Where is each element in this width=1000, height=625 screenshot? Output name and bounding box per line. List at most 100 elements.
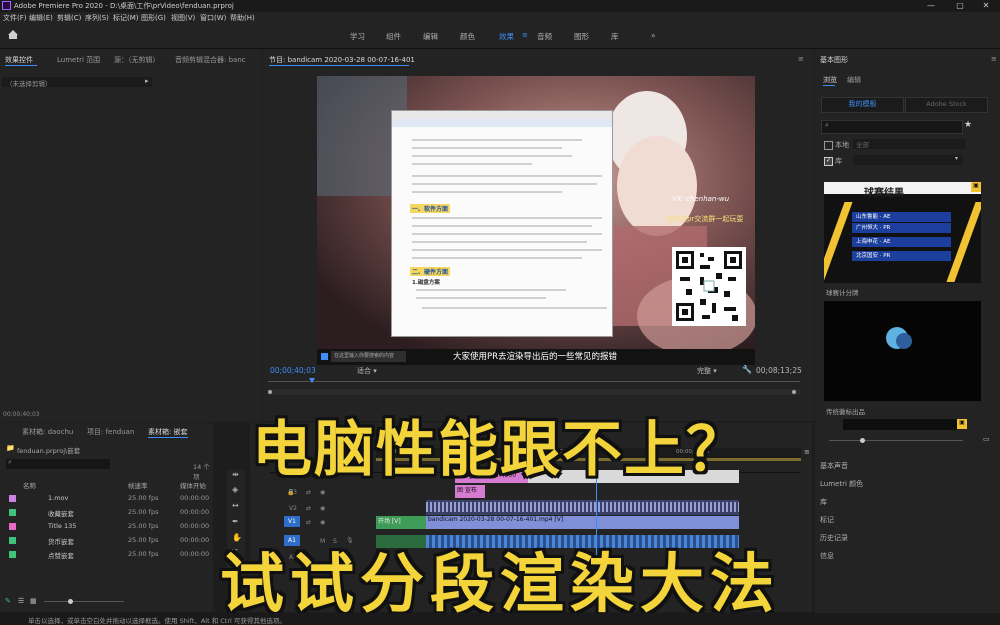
- pen-tool-icon[interactable]: ✒: [232, 517, 239, 526]
- workspace-assembly[interactable]: 组件: [386, 31, 401, 42]
- tab-source[interactable]: 源：（无剪辑）: [114, 55, 160, 65]
- menu-graphics[interactable]: 图形(G): [141, 13, 166, 23]
- menu-view[interactable]: 视图(V): [171, 13, 195, 23]
- workspace-audio[interactable]: 音频: [537, 31, 552, 42]
- sync-lock-icon[interactable]: ⇄: [306, 505, 311, 512]
- eye-icon[interactable]: ◉: [320, 489, 325, 496]
- maximize-button[interactable]: ▢: [946, 0, 974, 12]
- program-zoom-bar[interactable]: [268, 389, 800, 395]
- panel-menu-icon[interactable]: ≡: [991, 55, 997, 63]
- menu-file[interactable]: 文件(F): [3, 13, 27, 23]
- scoreboard-row: 北京国安 · PR: [852, 251, 951, 261]
- library-select[interactable]: ▾: [853, 155, 963, 165]
- menu-edit[interactable]: 编辑(E): [29, 13, 53, 23]
- label-color-swatch: [9, 509, 16, 516]
- project-row[interactable]: 收藏嵌套 25.00 fps 00:00:00: [0, 506, 213, 520]
- menu-marker[interactable]: 标记(M): [113, 13, 139, 23]
- tab-browse[interactable]: 浏览: [823, 75, 837, 85]
- sync-lock-icon[interactable]: ⇄: [306, 519, 311, 526]
- menu-bar: 文件(F) 编辑(E) 剪辑(C) 序列(S) 标记(M) 图形(G) 视图(V…: [0, 12, 1000, 24]
- text-line: [422, 307, 607, 309]
- tab-edit[interactable]: 编辑: [847, 75, 861, 85]
- close-button[interactable]: ✕: [972, 0, 1000, 12]
- program-current-timecode[interactable]: 00;00;40;03: [270, 366, 316, 375]
- quality-select[interactable]: 完整 ▾: [697, 366, 717, 376]
- menu-window[interactable]: 窗口(W): [200, 13, 226, 23]
- clip-v1-intro[interactable]: 开场 [V]: [376, 516, 426, 529]
- tab-lumetri-scopes[interactable]: Lumetri 范围: [57, 55, 100, 65]
- eye-icon[interactable]: ◉: [320, 519, 325, 526]
- adobe-stock-button[interactable]: Adobe Stock: [905, 97, 988, 113]
- workspace-editing[interactable]: 编辑: [423, 31, 438, 42]
- tab-audio-clip-mixer[interactable]: 音频剪辑混合器: banc: [175, 55, 246, 65]
- logo-template-thumb[interactable]: [824, 301, 981, 401]
- section-libraries[interactable]: 库: [820, 497, 827, 507]
- scoreboard-template-thumb[interactable]: 球赛结果 山东鲁能 · AE 广州恒大 · PR 上海申花 · AE 北京国安 …: [824, 182, 981, 283]
- library-checkbox[interactable]: ✓: [824, 157, 833, 166]
- text-line: [416, 289, 566, 291]
- slip-tool-icon[interactable]: ↔: [232, 501, 239, 510]
- project-row[interactable]: Title 135 25.00 fps 00:00:00: [0, 520, 213, 534]
- favorite-star-icon[interactable]: ★: [964, 120, 972, 130]
- vx-text: VX: chenhan-wu: [672, 195, 730, 203]
- embedded-taskbar: 在这里输入你要搜索的内容 大家使用PR去渲染导出后的一些常见的报错: [317, 349, 755, 365]
- active-tab-indicator: [5, 65, 37, 66]
- more-workspaces-icon[interactable]: »: [651, 31, 656, 40]
- track-v1-label[interactable]: V1: [284, 516, 300, 527]
- menu-clip[interactable]: 剪辑(C): [57, 13, 81, 23]
- track-v3-label: V3: [289, 489, 297, 496]
- minimize-button[interactable]: —: [917, 0, 945, 12]
- scoreboard-heading: 球赛结果: [864, 188, 904, 199]
- workspace-libraries[interactable]: 库: [611, 31, 619, 42]
- track-v2-label: V2: [289, 505, 297, 512]
- program-scrubber-track[interactable]: [268, 381, 800, 382]
- zoom-handle-left[interactable]: [268, 390, 272, 394]
- workspace-menu-icon[interactable]: ≡: [522, 31, 528, 39]
- workspace-effects[interactable]: 效果: [499, 31, 514, 42]
- clip-fps: 25.00 fps: [128, 494, 159, 502]
- text-line: [412, 147, 562, 149]
- taskbar-search: 在这里输入你要搜索的内容: [331, 351, 406, 362]
- clip-fps: 25.00 fps: [128, 508, 159, 516]
- zoom-value: 适合: [357, 367, 371, 375]
- program-title[interactable]: 节目: bandicam 2020-03-28 00-07-16-401: [269, 55, 415, 65]
- workspace-color[interactable]: 颜色: [460, 31, 475, 42]
- invite-text: 拉你进pr交流群一起玩耍: [666, 215, 744, 223]
- tab-effect-controls[interactable]: 效果控件: [5, 55, 33, 65]
- workspace-bar: 学习 组件 编辑 颜色 效果 ≡ 音频 图形 库 »: [0, 24, 1000, 49]
- clip-name: 1.mov: [48, 494, 69, 502]
- expand-arrow-icon[interactable]: ▸: [145, 77, 149, 85]
- logo-circle: [896, 333, 912, 349]
- no-clip-label: （未选择剪辑）: [6, 80, 52, 88]
- program-menu-icon[interactable]: ≡: [798, 55, 804, 63]
- chevron-down-icon: ▾: [955, 155, 959, 162]
- sync-lock-icon[interactable]: ⇄: [306, 489, 311, 496]
- quality-value: 完整: [697, 367, 711, 375]
- document-toolbar: [392, 119, 612, 127]
- scoreboard-row: 上海申花 · AE: [852, 237, 951, 247]
- template-badge-icon: ▣: [971, 182, 981, 192]
- section-markers[interactable]: 标记: [820, 515, 834, 525]
- template-search-input[interactable]: ⌕: [821, 120, 963, 134]
- eye-icon[interactable]: ◉: [320, 505, 325, 512]
- title-bar: Adobe Premiere Pro 2020 - D:\桌面\工作\prVid…: [0, 0, 1000, 12]
- playhead-marker-icon[interactable]: [309, 378, 315, 383]
- menu-help[interactable]: 帮助(H): [230, 13, 255, 23]
- clip-name: 收藏嵌套: [48, 510, 74, 518]
- clip-v2-waveform[interactable]: [426, 500, 739, 515]
- workspace-learn[interactable]: 学习: [350, 31, 365, 42]
- local-label: 本地: [835, 141, 849, 149]
- zoom-handle-right[interactable]: [792, 390, 796, 394]
- project-row[interactable]: 1.mov 25.00 fps 00:00:00: [0, 492, 213, 506]
- zoom-select[interactable]: 适合 ▾: [357, 366, 377, 376]
- browse-tab-indicator: [823, 85, 835, 86]
- local-checkbox[interactable]: [824, 141, 833, 150]
- menu-sequence[interactable]: 序列(S): [85, 13, 109, 23]
- my-templates-button[interactable]: 我的模板: [821, 97, 904, 113]
- qr-code: [672, 247, 746, 326]
- local-select[interactable]: 全部: [853, 139, 966, 149]
- workspace-graphics[interactable]: 图形: [574, 31, 589, 42]
- settings-wrench-icon[interactable]: 🔧: [742, 365, 752, 374]
- library-label: 库: [835, 157, 842, 165]
- clip-v1-main[interactable]: bandicam 2020-03-28 00-07-16-401.mp4 [V]: [426, 516, 739, 529]
